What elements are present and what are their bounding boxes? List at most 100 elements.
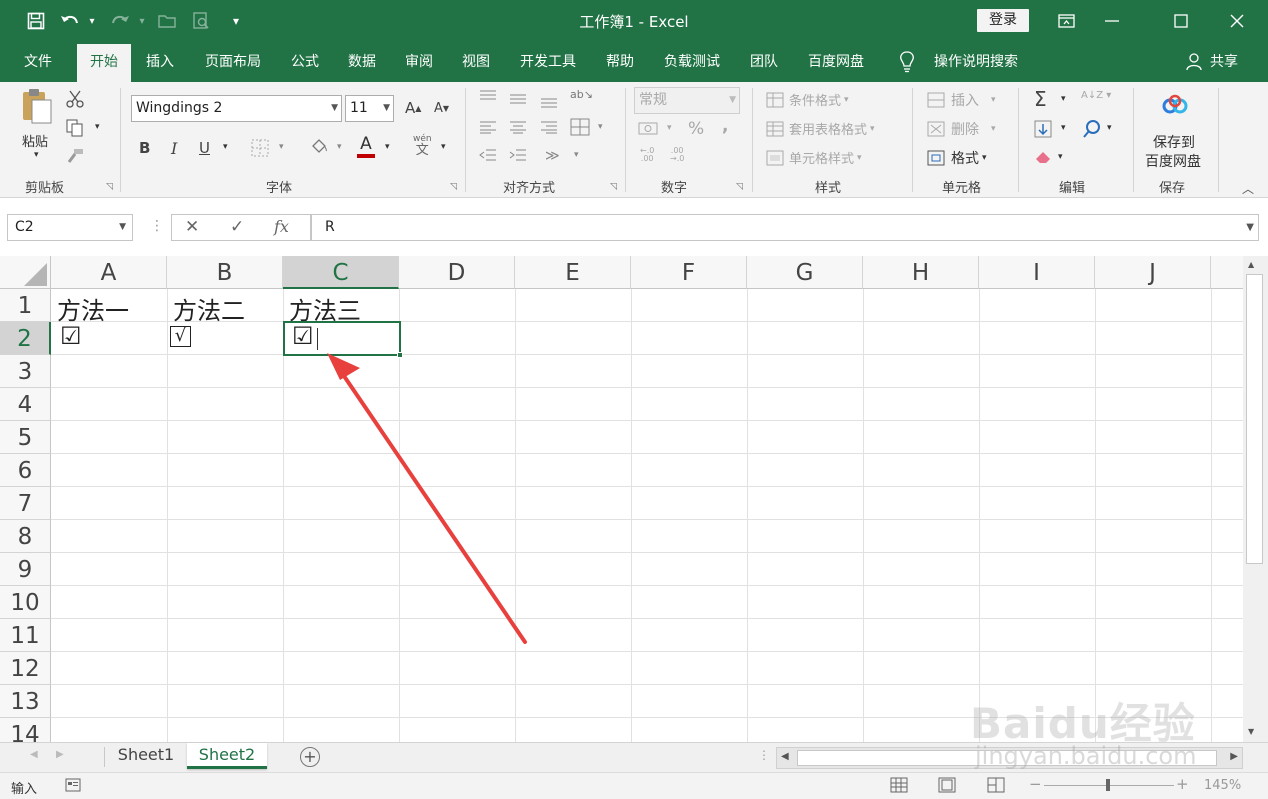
- find-select-icon[interactable]: [1082, 119, 1102, 139]
- prev-sheet-icon[interactable]: ◀: [30, 749, 38, 760]
- insert-cells-button[interactable]: 插入 ▾: [927, 90, 996, 110]
- share-button[interactable]: 共享: [1206, 42, 1242, 82]
- sort-filter-icon[interactable]: A↓Z ▾: [1081, 90, 1111, 101]
- zoom-level[interactable]: 145%: [1204, 778, 1241, 793]
- align-center-icon[interactable]: [509, 120, 527, 134]
- merge-dropdown-icon[interactable]: ▾: [598, 122, 603, 132]
- wrap-text-icon[interactable]: [570, 118, 590, 136]
- macro-record-icon[interactable]: [65, 777, 81, 797]
- tab-help[interactable]: 帮助: [598, 42, 642, 82]
- format-as-table-button[interactable]: 套用表格格式 ▾: [766, 119, 875, 138]
- zoom-slider-thumb[interactable]: [1106, 779, 1110, 791]
- borders-icon[interactable]: [251, 139, 269, 157]
- worksheet-grid[interactable]: A B C D E F G H I J 1 2 3 4 5 6 7 8 9 10…: [0, 256, 1243, 742]
- sign-in-button[interactable]: 登录: [977, 9, 1029, 32]
- normal-view-icon[interactable]: [890, 777, 908, 797]
- fill-dropdown-icon[interactable]: ▾: [1061, 123, 1066, 133]
- scroll-up-icon[interactable]: ▲: [1248, 260, 1254, 269]
- fill-color-icon[interactable]: [309, 137, 329, 157]
- user-icon[interactable]: [1184, 42, 1204, 82]
- tab-baidu-netdisk[interactable]: 百度网盘: [800, 42, 872, 82]
- bold-button[interactable]: B: [139, 139, 150, 157]
- clear-icon[interactable]: [1034, 149, 1054, 165]
- phonetic-dropdown-icon[interactable]: ▾: [441, 142, 446, 152]
- tell-me-search[interactable]: 操作说明搜索: [926, 42, 1026, 82]
- minimize-icon[interactable]: [1089, 4, 1135, 38]
- tab-team[interactable]: 团队: [742, 42, 786, 82]
- tab-home[interactable]: 开始: [77, 44, 131, 82]
- orientation-dropdown-icon[interactable]: ▾: [574, 150, 579, 160]
- formula-input[interactable]: R ▼: [311, 214, 1259, 241]
- increase-decimal-icon[interactable]: ←.0.00: [640, 147, 654, 163]
- dialog-launcher-icon[interactable]: ◹: [450, 182, 457, 192]
- fill-down-icon[interactable]: [1034, 120, 1052, 138]
- top-align-icon[interactable]: [479, 90, 497, 104]
- font-name-box[interactable]: Wingdings 2 ▼: [131, 95, 342, 122]
- paste-icon[interactable]: [20, 88, 56, 124]
- page-break-view-icon[interactable]: [987, 777, 1005, 797]
- decrease-decimal-icon[interactable]: .00 →.0: [670, 147, 684, 163]
- paste-dropdown-icon[interactable]: ▾: [34, 150, 39, 160]
- scroll-right-icon[interactable]: ▶: [1230, 751, 1238, 762]
- middle-align-icon[interactable]: [509, 92, 527, 106]
- comma-button[interactable]: ,: [722, 116, 728, 136]
- format-cells-button[interactable]: 格式 ▾: [927, 148, 987, 168]
- bottom-align-icon[interactable]: [540, 94, 558, 108]
- font-color-button[interactable]: A: [356, 135, 376, 159]
- orientation-rotate-icon[interactable]: ≫: [545, 148, 560, 164]
- autosum-button[interactable]: Σ: [1034, 87, 1047, 111]
- scroll-left-icon[interactable]: ◀: [781, 751, 789, 762]
- tab-insert[interactable]: 插入: [138, 42, 182, 82]
- font-size-box[interactable]: 11 ▼: [345, 95, 394, 122]
- autosum-dropdown-icon[interactable]: ▾: [1061, 94, 1066, 104]
- maximize-icon[interactable]: [1158, 4, 1204, 38]
- name-box[interactable]: C2 ▼: [7, 214, 133, 241]
- currency-icon[interactable]: [638, 121, 658, 137]
- tab-split-handle-icon[interactable]: ⋮: [758, 748, 770, 762]
- vertical-scroll-thumb[interactable]: [1246, 274, 1263, 564]
- close-icon[interactable]: [1214, 4, 1260, 38]
- clear-dropdown-icon[interactable]: ▾: [1058, 152, 1063, 162]
- formula-bar-grip-icon[interactable]: ⋮: [150, 218, 164, 234]
- save-to-baidu-line2[interactable]: 百度网盘: [1145, 151, 1201, 171]
- borders-dropdown-icon[interactable]: ▾: [279, 142, 284, 152]
- grow-font-button[interactable]: A ▲: [405, 99, 421, 117]
- add-sheet-icon[interactable]: +: [300, 747, 320, 767]
- tab-developer[interactable]: 开发工具: [512, 42, 584, 82]
- find-dropdown-icon[interactable]: ▾: [1107, 123, 1112, 133]
- dialog-launcher-icon[interactable]: ◹: [736, 182, 743, 192]
- tab-file[interactable]: 文件: [14, 42, 62, 82]
- phonetic-guide-button[interactable]: wén 文: [413, 134, 432, 158]
- zoom-out-icon[interactable]: −: [1029, 775, 1042, 793]
- tab-load-test[interactable]: 负载测试: [656, 42, 728, 82]
- paste-label[interactable]: 粘贴: [22, 131, 48, 150]
- cut-icon[interactable]: [66, 90, 84, 108]
- font-color-dropdown-icon[interactable]: ▾: [385, 142, 390, 152]
- copy-icon[interactable]: [66, 119, 84, 137]
- currency-dropdown-icon[interactable]: ▾: [667, 123, 672, 133]
- increase-indent-icon[interactable]: [509, 148, 527, 162]
- sheet-tab-sheet2[interactable]: Sheet2: [187, 743, 267, 769]
- tab-view[interactable]: 视图: [454, 42, 498, 82]
- align-right-icon[interactable]: [540, 120, 558, 134]
- next-sheet-icon[interactable]: ▶: [56, 749, 64, 760]
- shrink-font-button[interactable]: A ▼: [434, 101, 449, 116]
- save-to-baidu-line1[interactable]: 保存到: [1153, 132, 1195, 152]
- underline-dropdown-icon[interactable]: ▾: [223, 142, 228, 152]
- italic-button[interactable]: I: [171, 139, 177, 158]
- copy-dropdown-icon[interactable]: ▾: [95, 122, 100, 132]
- dialog-launcher-icon[interactable]: ◹: [106, 182, 113, 192]
- ribbon-display-icon[interactable]: [1043, 4, 1089, 38]
- tab-review[interactable]: 审阅: [397, 42, 441, 82]
- delete-cells-button[interactable]: 删除 ▾: [927, 119, 996, 139]
- orientation-icon[interactable]: ab↘: [570, 88, 593, 101]
- dialog-launcher-icon[interactable]: ◹: [610, 182, 617, 192]
- confirm-entry-icon[interactable]: ✓: [230, 217, 244, 237]
- baidu-netdisk-icon[interactable]: [1161, 94, 1189, 118]
- insert-function-icon[interactable]: fx: [274, 217, 289, 236]
- vertical-scrollbar[interactable]: ▲ ▼: [1243, 256, 1268, 742]
- tab-data[interactable]: 数据: [340, 42, 384, 82]
- number-format-box[interactable]: 常规 ▼: [634, 87, 740, 114]
- align-left-icon[interactable]: [479, 120, 497, 134]
- tab-page-layout[interactable]: 页面布局: [198, 42, 268, 82]
